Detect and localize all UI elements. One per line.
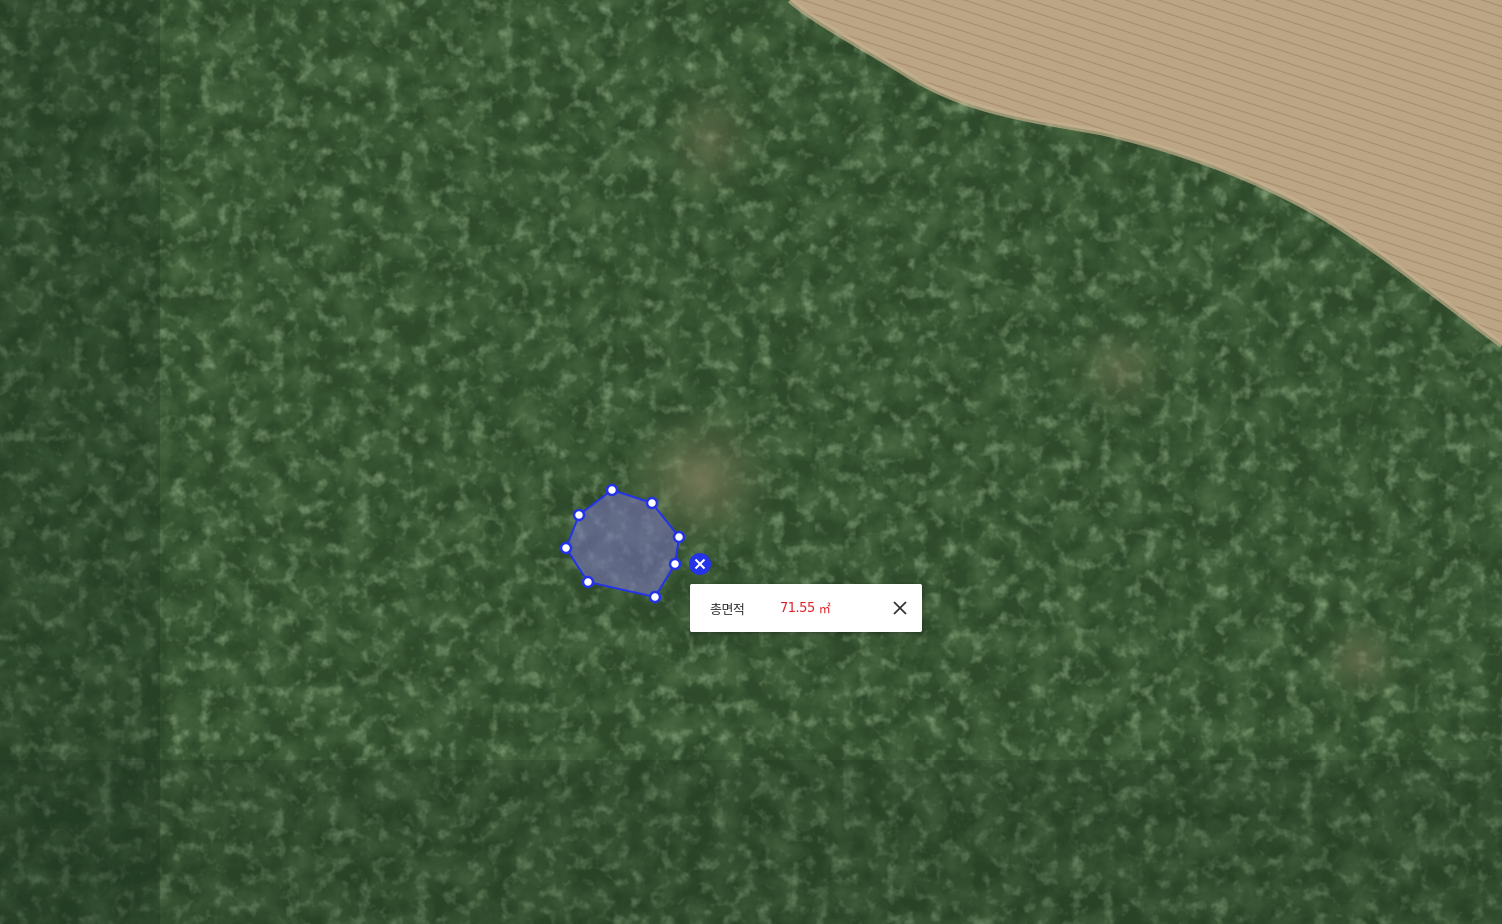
polygon-vertex-handle[interactable] (559, 541, 573, 555)
clearing (1065, 320, 1175, 420)
clearing (1315, 615, 1405, 705)
close-icon[interactable] (888, 596, 912, 620)
polygon-vertex-handle[interactable] (581, 575, 595, 589)
satellite-map[interactable]: 총면적 71.55 ㎡ (0, 0, 1502, 924)
total-area-value: 71.55 (780, 600, 815, 616)
polygon-vertex-handle[interactable] (648, 590, 662, 604)
polygon-vertex-handle[interactable] (572, 508, 586, 522)
polygon-vertex-handle[interactable] (672, 530, 686, 544)
polygon-vertex-handle[interactable] (645, 496, 659, 510)
clearing (655, 75, 765, 205)
polygon-vertex-handle[interactable] (605, 483, 619, 497)
polygon-vertex-handle[interactable] (668, 557, 682, 571)
shadow-bottom (0, 760, 1502, 924)
measurement-popup: 총면적 71.55 ㎡ (690, 584, 922, 632)
area-unit: ㎡ (818, 601, 831, 616)
delete-vertex-icon[interactable] (689, 553, 711, 575)
map-canvas[interactable] (0, 0, 1502, 924)
total-area-label: 총면적 (710, 602, 745, 618)
